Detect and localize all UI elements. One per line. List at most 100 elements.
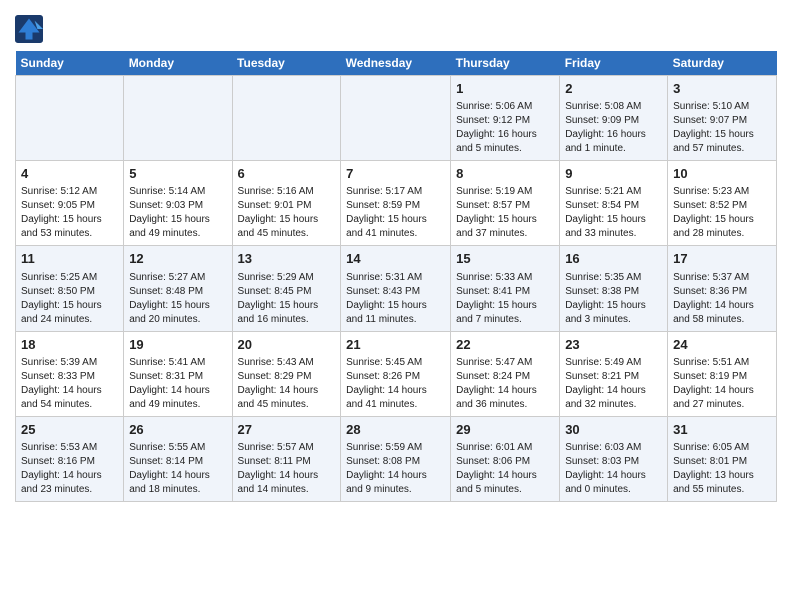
day-info: Daylight: 14 hours <box>238 469 336 483</box>
day-number: 18 <box>21 336 118 354</box>
day-info: Sunrise: 5:29 AM <box>238 271 336 285</box>
day-info: Sunset: 8:43 PM <box>346 285 445 299</box>
day-number: 27 <box>238 421 336 439</box>
day-info: and 54 minutes. <box>21 398 118 412</box>
day-info: Daylight: 14 hours <box>346 384 445 398</box>
day-info: Sunset: 8:54 PM <box>565 199 662 213</box>
day-info: Daylight: 15 hours <box>346 299 445 313</box>
day-info: and 1 minute. <box>565 142 662 156</box>
day-info: Sunset: 8:41 PM <box>456 285 554 299</box>
calendar-cell: 8Sunrise: 5:19 AMSunset: 8:57 PMDaylight… <box>451 161 560 246</box>
day-info: Daylight: 14 hours <box>21 469 118 483</box>
day-info: Sunset: 8:29 PM <box>238 370 336 384</box>
week-row-3: 11Sunrise: 5:25 AMSunset: 8:50 PMDayligh… <box>16 246 777 331</box>
day-info: and 18 minutes. <box>129 483 226 497</box>
day-info: and 58 minutes. <box>673 313 771 327</box>
day-info: Sunrise: 6:05 AM <box>673 441 771 455</box>
day-info: Sunset: 8:45 PM <box>238 285 336 299</box>
day-info: Sunset: 9:12 PM <box>456 114 554 128</box>
day-info: Daylight: 14 hours <box>565 469 662 483</box>
day-info: and 57 minutes. <box>673 142 771 156</box>
day-info: Daylight: 15 hours <box>673 213 771 227</box>
day-number: 22 <box>456 336 554 354</box>
day-info: Sunset: 8:21 PM <box>565 370 662 384</box>
day-info: Sunset: 8:08 PM <box>346 455 445 469</box>
calendar-cell: 27Sunrise: 5:57 AMSunset: 8:11 PMDayligh… <box>232 416 341 501</box>
day-info: Daylight: 14 hours <box>673 384 771 398</box>
day-info: Sunset: 8:01 PM <box>673 455 771 469</box>
week-row-2: 4 Sunrise: 5:12 AMSunset: 9:05 PM Daylight… <box>16 161 777 246</box>
day-number: 17 <box>673 250 771 268</box>
day-info: Sunrise: 5:41 AM <box>129 356 226 370</box>
day-info: Daylight: 15 hours <box>456 299 554 313</box>
calendar-cell: 5Sunrise: 5:14 AMSunset: 9:03 PMDaylight… <box>124 161 232 246</box>
day-info: Sunset: 8:50 PM <box>21 285 118 299</box>
header <box>15 10 777 43</box>
day-info: Sunrise: 5:19 AM <box>456 185 554 199</box>
day-info: Sunset: 8:31 PM <box>129 370 226 384</box>
calendar-cell: 14Sunrise: 5:31 AMSunset: 8:43 PMDayligh… <box>341 246 451 331</box>
weekday-header-thursday: Thursday <box>451 51 560 76</box>
calendar-cell: 29 Sunrise: 6:01 AMSunset: 8:06 PMDayligh… <box>451 416 560 501</box>
weekday-header-wednesday: Wednesday <box>341 51 451 76</box>
day-info: Daylight: 14 hours <box>456 384 554 398</box>
day-info: Sunrise: 5:14 AM <box>129 185 226 199</box>
weekday-header-friday: Friday <box>560 51 668 76</box>
day-number: 26 <box>129 421 226 439</box>
calendar-cell <box>16 76 124 161</box>
day-info: Daylight: 14 hours <box>673 299 771 313</box>
day-info: Daylight: 15 hours <box>21 299 118 313</box>
day-info: Sunrise: 5:33 AM <box>456 271 554 285</box>
day-info: Sunrise: 6:01 AM <box>456 441 554 455</box>
day-info: Sunset: 8:06 PM <box>456 455 554 469</box>
day-info: Daylight: 15 hours <box>129 299 226 313</box>
day-info: Sunset: 9:07 PM <box>673 114 771 128</box>
day-number: 11 <box>21 250 118 268</box>
day-number: 8 <box>456 165 554 183</box>
day-number: 21 <box>346 336 445 354</box>
day-info: Sunset: 8:03 PM <box>565 455 662 469</box>
calendar-cell: 4Sunrise: 5:12 AMSunset: 9:05 PMDaylight… <box>16 161 124 246</box>
day-info: Daylight: 14 hours <box>238 384 336 398</box>
day-number: 13 <box>238 250 336 268</box>
day-number: 20 <box>238 336 336 354</box>
day-info: Sunset: 9:05 PM <box>21 199 118 213</box>
day-info: Sunrise: 5:47 AM <box>456 356 554 370</box>
day-number: 9 <box>565 165 662 183</box>
day-info: Sunset: 8:14 PM <box>129 455 226 469</box>
day-info: and 5 minutes. <box>456 483 554 497</box>
day-number: 7 <box>346 165 445 183</box>
day-info: and 28 minutes. <box>673 227 771 241</box>
day-info: Sunrise: 5:17 AM <box>346 185 445 199</box>
calendar-cell: 20Sunrise: 5:43 AMSunset: 8:29 PMDayligh… <box>232 331 341 416</box>
day-info: and 20 minutes. <box>129 313 226 327</box>
day-number: 4 <box>21 165 118 183</box>
calendar-table: SundayMondayTuesdayWednesdayThursdayFrid… <box>15 51 777 502</box>
day-number: 29 <box>456 421 554 439</box>
day-info: Sunset: 9:09 PM <box>565 114 662 128</box>
day-info: Sunrise: 5:53 AM <box>21 441 118 455</box>
calendar-cell <box>341 76 451 161</box>
calendar-cell: 25Sunrise: 5:53 AMSunset: 8:16 PMDayligh… <box>16 416 124 501</box>
day-info: Sunset: 8:33 PM <box>21 370 118 384</box>
day-info: and 9 minutes. <box>346 483 445 497</box>
day-number: 19 <box>129 336 226 354</box>
day-number: 15 <box>456 250 554 268</box>
day-info: Sunrise: 5:57 AM <box>238 441 336 455</box>
day-info: Daylight: 15 hours <box>129 213 226 227</box>
day-number: 1 <box>456 80 554 98</box>
day-info: Sunset: 9:01 PM <box>238 199 336 213</box>
calendar-cell: 21Sunrise: 5:45 AMSunset: 8:26 PMDayligh… <box>341 331 451 416</box>
day-info: and 41 minutes. <box>346 398 445 412</box>
calendar-cell: 19Sunrise: 5:41 AMSunset: 8:31 PMDayligh… <box>124 331 232 416</box>
calendar-cell: 9Sunrise: 5:21 AMSunset: 8:54 PMDaylight… <box>560 161 668 246</box>
day-info: and 24 minutes. <box>21 313 118 327</box>
day-info: Sunrise: 5:12 AM <box>21 185 118 199</box>
day-info: Daylight: 14 hours <box>456 469 554 483</box>
day-info: Sunset: 8:24 PM <box>456 370 554 384</box>
week-row-5: 25Sunrise: 5:53 AMSunset: 8:16 PMDayligh… <box>16 416 777 501</box>
day-info: and 45 minutes. <box>238 398 336 412</box>
day-info: Daylight: 15 hours <box>565 213 662 227</box>
day-info: and 3 minutes. <box>565 313 662 327</box>
day-info: Daylight: 16 hours <box>565 128 662 142</box>
